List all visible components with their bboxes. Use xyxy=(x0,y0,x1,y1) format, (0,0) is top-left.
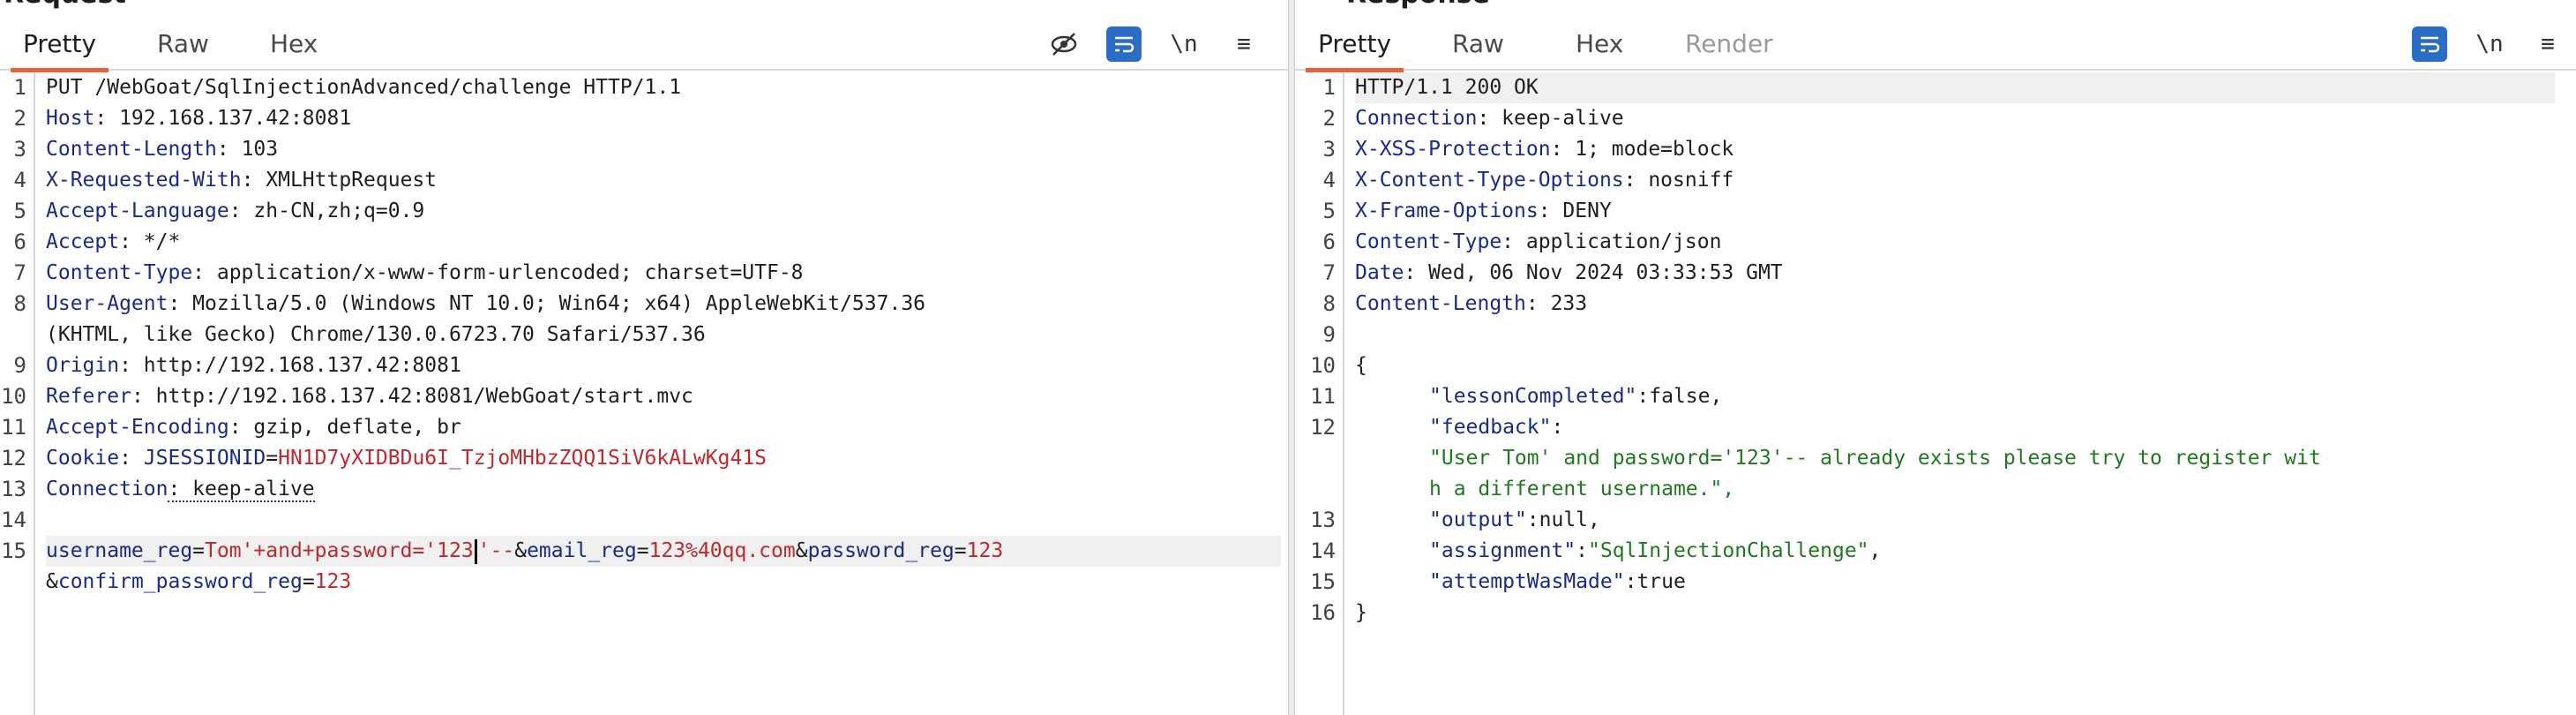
json-string-line: "User Tom' and password='123'-- already … xyxy=(1429,447,2321,470)
json-close-brace: } xyxy=(1355,601,1367,624)
line-number: 10 xyxy=(1,384,26,409)
panel-splitter[interactable] xyxy=(1288,0,1295,715)
response-line-gutter: 1 2 3 4 5 6 7 8 9 10 11 12 13 14 15 16 xyxy=(1295,72,1344,715)
line-number: 7 xyxy=(1322,260,1336,285)
json-line: "output":null, xyxy=(1429,508,1600,531)
line-number: 14 xyxy=(1,508,26,532)
newline-toggle-button[interactable]: \n xyxy=(2472,26,2507,62)
response-panel: Response Pretty Raw Hex Render \n ≡ 1 2 … xyxy=(1295,0,2576,715)
line-number: 11 xyxy=(1310,384,1336,409)
response-line: Content-Length: 233 xyxy=(1355,292,1588,315)
request-line-wrapped: (KHTML, like Gecko) Chrome/130.0.6723.70… xyxy=(46,323,706,346)
json-line: "assignment":"SqlInjectionChallenge", xyxy=(1429,539,1882,562)
response-tabbar: Pretty Raw Hex Render \n ≡ xyxy=(1295,0,2576,72)
text-caret xyxy=(474,538,477,564)
response-line: Connection: keep-alive xyxy=(1355,107,1624,130)
line-number: 11 xyxy=(1,415,26,440)
request-line: Cookie: JSESSIONID=HN1D7yXIDBDu6I_TzjoMH… xyxy=(46,447,768,470)
response-line: Content-Type: application/json xyxy=(1355,230,1722,253)
response-editor[interactable]: 1 2 3 4 5 6 7 8 9 10 11 12 13 14 15 16 H… xyxy=(1295,72,2576,715)
request-panel: Request Pretty Raw Hex \n ≡ 1 2 3 4 5 6 … xyxy=(0,0,1288,715)
line-number: 1 xyxy=(1322,75,1336,100)
request-body-line-wrapped: &confirm_password_reg=123 xyxy=(46,570,352,593)
response-tab-raw[interactable]: Raw xyxy=(1440,19,1516,69)
request-tab-hex[interactable]: Hex xyxy=(258,19,330,69)
json-open-brace: { xyxy=(1355,354,1367,377)
line-number: 7 xyxy=(13,260,26,285)
line-number: 6 xyxy=(1322,230,1336,254)
request-line: Content-Type: application/x-www-form-url… xyxy=(46,261,804,284)
request-line: User-Agent: Mozilla/5.0 (Windows NT 10.0… xyxy=(46,292,926,315)
line-number: 13 xyxy=(1,477,26,501)
line-number: 13 xyxy=(1310,508,1336,532)
request-tab-raw[interactable]: Raw xyxy=(145,19,221,69)
response-line: X-Frame-Options: DENY xyxy=(1355,199,1612,222)
request-line: Accept-Encoding: gzip, deflate, br xyxy=(46,416,461,439)
line-number: 4 xyxy=(13,168,26,192)
request-line: Accept-Language: zh-CN,zh;q=0.9 xyxy=(46,199,425,222)
line-number: 5 xyxy=(13,199,26,223)
response-line: X-Content-Type-Options: nosniff xyxy=(1355,169,1734,192)
response-line: Date: Wed, 06 Nov 2024 03:33:53 GMT xyxy=(1355,261,1783,284)
line-number: 6 xyxy=(13,230,26,254)
response-line: X-XSS-Protection: 1; mode=block xyxy=(1355,138,1734,161)
line-number: 10 xyxy=(1310,353,1336,378)
line-number: 2 xyxy=(1322,106,1336,131)
word-wrap-icon[interactable] xyxy=(1106,26,1142,62)
json-line: "lessonCompleted":false, xyxy=(1429,385,1723,408)
newline-toggle-button[interactable]: \n xyxy=(1166,26,1202,62)
line-number: 9 xyxy=(13,353,26,378)
response-tab-hex[interactable]: Hex xyxy=(1563,19,1636,69)
hide-nonprintable-icon[interactable] xyxy=(1046,26,1082,62)
request-body-line: username_reg=Tom'+and+password='123 '--&e… xyxy=(46,536,1281,567)
request-line: X-Requested-With: XMLHttpRequest xyxy=(46,169,438,192)
request-line-gutter: 1 2 3 4 5 6 7 8 9 10 11 12 13 14 15 xyxy=(0,72,35,715)
line-number: 15 xyxy=(1310,569,1336,594)
request-tabbar: Pretty Raw Hex \n ≡ xyxy=(0,0,1288,72)
line-number: 4 xyxy=(1322,168,1336,192)
line-number: 9 xyxy=(1322,322,1336,347)
line-number: 3 xyxy=(1322,137,1336,162)
line-number: 8 xyxy=(1322,291,1336,316)
line-number: 8 xyxy=(13,291,26,316)
line-number: 5 xyxy=(1322,199,1336,223)
request-line: Host: 192.168.137.42:8081 xyxy=(46,107,352,130)
line-number: 16 xyxy=(1310,600,1336,625)
request-line: Content-Length: 103 xyxy=(46,138,279,161)
request-line: Origin: http://192.168.137.42:8081 xyxy=(46,354,461,377)
line-number: 3 xyxy=(13,137,26,162)
response-tab-pretty[interactable]: Pretty xyxy=(1306,19,1404,72)
request-line: Connection: keep-alive xyxy=(46,478,315,502)
response-status-line: HTTP/1.1 200 OK xyxy=(1355,72,2555,103)
json-line: "attemptWasMade":true xyxy=(1429,570,1686,593)
word-wrap-icon[interactable] xyxy=(2412,26,2447,62)
response-tab-render[interactable]: Render xyxy=(1673,19,1786,69)
request-line: PUT /WebGoat/SqlInjectionAdvanced/challe… xyxy=(46,76,682,99)
line-number: 1 xyxy=(13,75,26,100)
request-line: Referer: http://192.168.137.42:8081/WebG… xyxy=(46,385,693,408)
request-line: Accept: */* xyxy=(46,230,181,253)
request-tab-pretty[interactable]: Pretty xyxy=(11,19,109,72)
line-number: 2 xyxy=(13,106,26,131)
menu-icon[interactable]: ≡ xyxy=(2530,26,2565,62)
line-number: 15 xyxy=(1,538,26,563)
json-line: "feedback": xyxy=(1429,416,1564,439)
line-number: 12 xyxy=(1310,415,1336,440)
line-number: 12 xyxy=(1,446,26,470)
menu-icon[interactable]: ≡ xyxy=(1226,26,1262,62)
line-number: 14 xyxy=(1310,538,1336,563)
request-editor[interactable]: 1 2 3 4 5 6 7 8 9 10 11 12 13 14 15 PUT … xyxy=(0,72,1288,715)
json-string-line-wrapped: h a different username.", xyxy=(1429,478,1735,500)
